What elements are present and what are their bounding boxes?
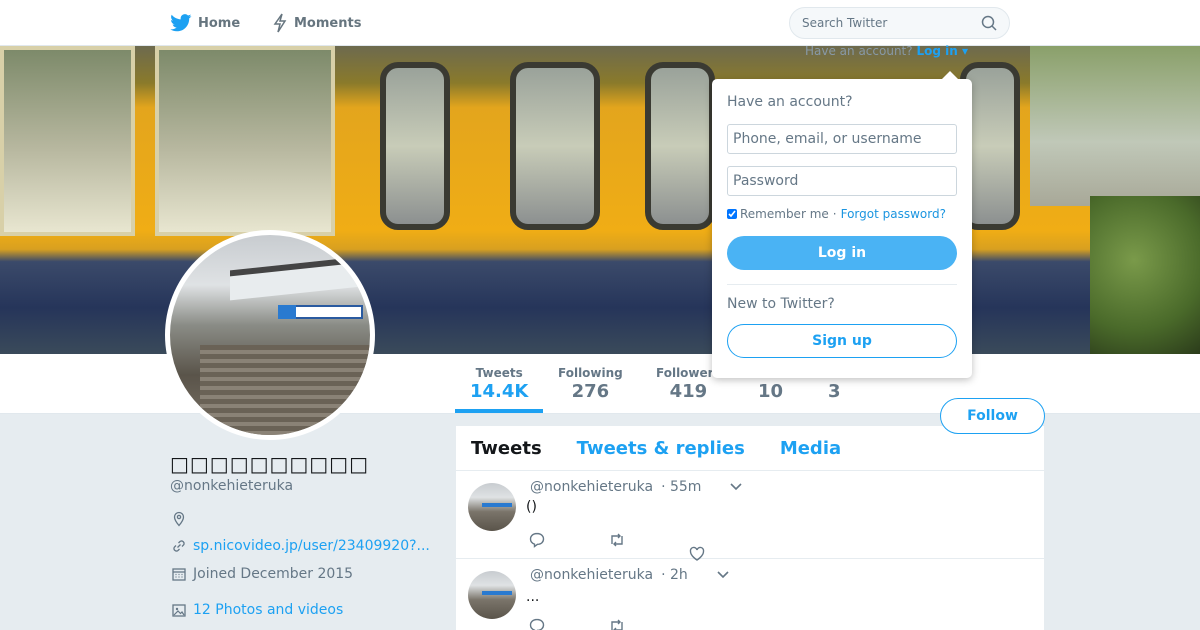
stat-value: 419	[669, 381, 708, 402]
tweet-meta: @nonkehieteruka · 2h	[530, 567, 730, 583]
avatar-steps	[200, 345, 370, 435]
remember-row: Remember me · Forgot password?	[727, 207, 946, 221]
login-hint-text: Have an account?	[805, 44, 913, 58]
twitter-bird-icon	[170, 14, 192, 32]
profile-joined: Joined December 2015	[171, 566, 353, 582]
reply-icon[interactable]	[528, 531, 546, 549]
tweet-actions	[528, 617, 688, 630]
avatar-roof	[230, 255, 370, 301]
nav-home[interactable]: Home	[170, 0, 240, 46]
chevron-down-icon[interactable]	[716, 570, 730, 580]
media-link[interactable]: 12 Photos and videos	[193, 602, 343, 618]
divider	[727, 284, 957, 285]
active-stat-indicator	[455, 409, 543, 413]
website-link[interactable]: sp.nicovideo.jp/user/23409920?...	[193, 538, 430, 554]
nav-moments-label: Moments	[294, 15, 362, 31]
stat-label: Followers	[656, 366, 721, 380]
tweet-text: ()	[526, 499, 537, 515]
banner-window	[510, 62, 600, 230]
stat-value: 14.4K	[470, 381, 529, 402]
chevron-down-icon: ▾	[957, 44, 968, 58]
remember-label[interactable]: Remember me	[740, 207, 829, 221]
link-icon	[173, 540, 185, 552]
top-navigation: Home Moments Search Twitter	[0, 0, 1200, 46]
avatar[interactable]	[165, 230, 375, 440]
login-dropdown: Have an account? Remember me · Forgot pa…	[712, 71, 972, 378]
stat-value: 3	[828, 381, 841, 402]
tweet-time[interactable]: · 2h	[661, 567, 688, 583]
banner-window	[0, 46, 135, 236]
tweet[interactable]: @nonkehieteruka · 55m ()	[456, 471, 1044, 561]
follow-button[interactable]: Follow	[940, 398, 1045, 434]
image-icon	[172, 604, 186, 617]
banner-bush	[1090, 196, 1200, 354]
tweet-avatar[interactable]	[468, 483, 516, 531]
search-icon[interactable]	[981, 15, 997, 31]
profile-location	[171, 511, 193, 527]
banner-window	[380, 62, 450, 230]
search-box[interactable]: Search Twitter	[789, 7, 1010, 39]
search-input[interactable]: Search Twitter	[802, 16, 981, 30]
login-dropdown-title: Have an account?	[727, 94, 853, 110]
login-hint-link[interactable]: Log in	[916, 44, 957, 58]
new-to-twitter-label: New to Twitter?	[727, 296, 835, 312]
retweet-icon[interactable]	[608, 617, 626, 630]
profile-media: 12 Photos and videos	[171, 602, 343, 618]
profile-name[interactable]: □□□□□□□□□□	[170, 452, 369, 476]
stat-tweets[interactable]: Tweets 14.4K	[470, 366, 528, 402]
profile-handle[interactable]: @nonkehieteruka	[170, 478, 293, 494]
stat-following[interactable]: Following 276	[558, 366, 623, 402]
timeline: Tweets Tweets & replies Media @nonkehiet…	[456, 426, 1044, 630]
login-button[interactable]: Log in	[727, 236, 957, 270]
lightning-icon	[273, 13, 287, 33]
stat-value: 276	[571, 381, 610, 402]
nav-moments[interactable]: Moments	[272, 0, 361, 46]
login-hint: Have an account? Log in ▾	[805, 44, 968, 58]
forgot-password-link[interactable]: Forgot password?	[841, 207, 946, 221]
signup-button[interactable]: Sign up	[727, 324, 957, 358]
profile-website: sp.nicovideo.jp/user/23409920?...	[171, 538, 430, 554]
tweet-handle[interactable]: @nonkehieteruka	[530, 567, 653, 583]
tab-tweets-replies[interactable]: Tweets & replies	[577, 438, 745, 459]
tab-tweets[interactable]: Tweets	[471, 438, 542, 459]
joined-date: Joined December 2015	[193, 566, 354, 582]
tweet-time[interactable]: · 55m	[661, 479, 701, 495]
reply-icon[interactable]	[528, 617, 546, 630]
tweet-text: ...	[526, 589, 540, 605]
separator: ·	[832, 207, 837, 221]
banner-window	[155, 46, 335, 236]
tweet-meta: @nonkehieteruka · 55m	[530, 479, 743, 495]
tab-media[interactable]: Media	[780, 438, 841, 459]
location-pin-icon	[173, 511, 185, 527]
stat-label: Tweets	[475, 366, 523, 380]
avatar-sign	[278, 305, 363, 319]
tweet-handle[interactable]: @nonkehieteruka	[530, 479, 653, 495]
stat-label: Following	[558, 366, 623, 380]
stat-followers[interactable]: Followers 419	[656, 366, 721, 402]
remember-checkbox[interactable]	[727, 209, 737, 219]
nav-home-label: Home	[198, 15, 241, 31]
stat-value: 10	[758, 381, 784, 402]
banner-background	[1030, 46, 1200, 206]
tweet[interactable]: @nonkehieteruka · 2h ...	[456, 559, 1044, 630]
chevron-down-icon[interactable]	[729, 482, 743, 492]
password-field[interactable]	[727, 166, 957, 196]
calendar-icon	[172, 568, 186, 581]
tweet-avatar[interactable]	[468, 571, 516, 619]
username-field[interactable]	[727, 124, 957, 154]
banner-window	[645, 62, 715, 230]
retweet-icon[interactable]	[608, 531, 626, 549]
